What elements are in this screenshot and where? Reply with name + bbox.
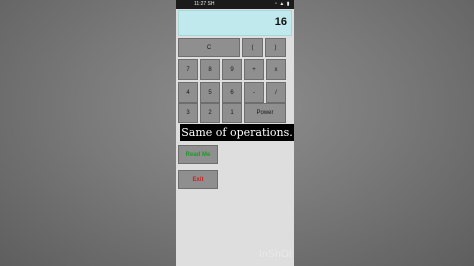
plus-button[interactable]: +: [244, 59, 264, 80]
display-value: 16: [274, 16, 287, 28]
exit-button[interactable]: Exit: [178, 170, 218, 189]
nine-button[interactable]: 9: [222, 59, 242, 80]
five-button[interactable]: 5: [200, 82, 220, 103]
read-me-button[interactable]: Read Me: [178, 145, 218, 164]
six-button[interactable]: 6: [222, 82, 242, 103]
result-display: 16: [178, 10, 292, 36]
minus-button[interactable]: -: [244, 82, 264, 103]
multiply-button[interactable]: x: [266, 59, 286, 80]
one-button[interactable]: 1: [222, 103, 242, 123]
eight-button[interactable]: 8: [200, 59, 220, 80]
inshot-watermark: InShOt: [259, 249, 292, 260]
four-button[interactable]: 4: [178, 82, 198, 103]
open-paren-button[interactable]: (: [242, 38, 263, 57]
clear-button[interactable]: C: [178, 38, 240, 57]
three-button[interactable]: 3: [178, 103, 198, 123]
close-paren-button[interactable]: ): [265, 38, 286, 57]
power-button[interactable]: Power: [244, 103, 286, 123]
caption-overlay: Same of operations.: [180, 124, 294, 141]
status-icons: ◔ ▲ ▮: [274, 1, 290, 7]
status-time: 11:27 SH: [194, 1, 215, 7]
divide-button[interactable]: /: [266, 82, 286, 103]
seven-button[interactable]: 7: [178, 59, 198, 80]
status-bar: 11:27 SH ◔ ▲ ▮: [176, 0, 294, 9]
two-button[interactable]: 2: [200, 103, 220, 123]
